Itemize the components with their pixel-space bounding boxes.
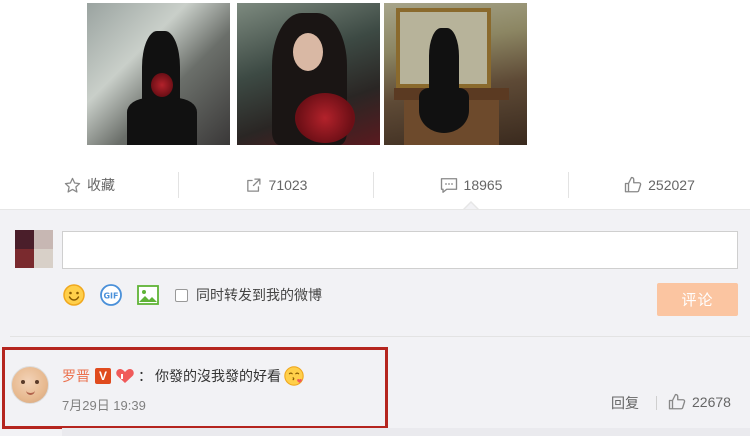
roses-bouquet: [295, 93, 355, 143]
comment-text: 你發的沒我發的好看: [155, 368, 281, 384]
favorite-button[interactable]: 收藏: [0, 160, 178, 210]
reply-button[interactable]: 回复: [611, 393, 639, 413]
comment-icon: [440, 176, 458, 194]
photo-thumbnail-3[interactable]: [384, 3, 527, 145]
comment-timestamp: 7月29日 19:39: [62, 398, 146, 413]
verified-badge[interactable]: V: [95, 368, 111, 384]
roses-bouquet: [151, 73, 173, 97]
like-count: 252027: [648, 177, 695, 193]
gif-icon[interactable]: GIF: [99, 283, 123, 307]
comment-like-count: 22678: [692, 394, 731, 410]
star-icon: [63, 176, 81, 194]
repost-checkbox[interactable]: [175, 288, 188, 302]
image-icon[interactable]: [136, 283, 160, 307]
action-bar: 收藏 71023 18965 252027: [0, 160, 750, 210]
share-icon: [245, 176, 263, 194]
repost-checkbox-label: 同时转发到我的微博: [196, 287, 322, 303]
commenter-avatar[interactable]: [11, 366, 49, 404]
comment-content-line: 罗晋 V ： 你發的沒我發的好看: [62, 366, 305, 386]
photo-thumbnail-1[interactable]: [87, 3, 230, 145]
comment-separator: ：: [138, 368, 152, 384]
composer-tools: GIF 同时转发到我的微博: [62, 283, 322, 307]
favorite-label: 收藏: [87, 177, 115, 193]
submit-comment-button[interactable]: 评论: [657, 283, 738, 316]
comment-count: 18965: [463, 177, 503, 193]
repost-button[interactable]: 71023: [179, 160, 373, 210]
divider: [10, 336, 750, 337]
repost-count: 71023: [268, 177, 308, 193]
my-avatar[interactable]: [15, 230, 53, 268]
comment-pointer-inner: [465, 203, 477, 209]
commenter-username[interactable]: 罗晋: [62, 366, 90, 386]
svg-text:GIF: GIF: [103, 292, 118, 301]
comment-input[interactable]: [62, 231, 738, 269]
reply-area-edge: [62, 428, 750, 436]
photo-thumbnail-2[interactable]: [237, 3, 380, 145]
highlight-box: [2, 347, 388, 429]
comment-like-button[interactable]: 22678: [668, 393, 731, 411]
divider: [656, 396, 657, 410]
photo-strip: [87, 0, 532, 146]
figure-face: [293, 33, 323, 71]
emoji-icon[interactable]: [62, 283, 86, 307]
like-button[interactable]: 252027: [569, 160, 750, 210]
thumbs-up-icon: [624, 176, 642, 194]
thumbs-up-icon: [668, 393, 686, 411]
figure-dress: [419, 88, 469, 133]
kiss-emoji-icon: [283, 365, 305, 387]
heart-badge-icon[interactable]: [115, 368, 135, 384]
figure-dress: [127, 98, 197, 145]
